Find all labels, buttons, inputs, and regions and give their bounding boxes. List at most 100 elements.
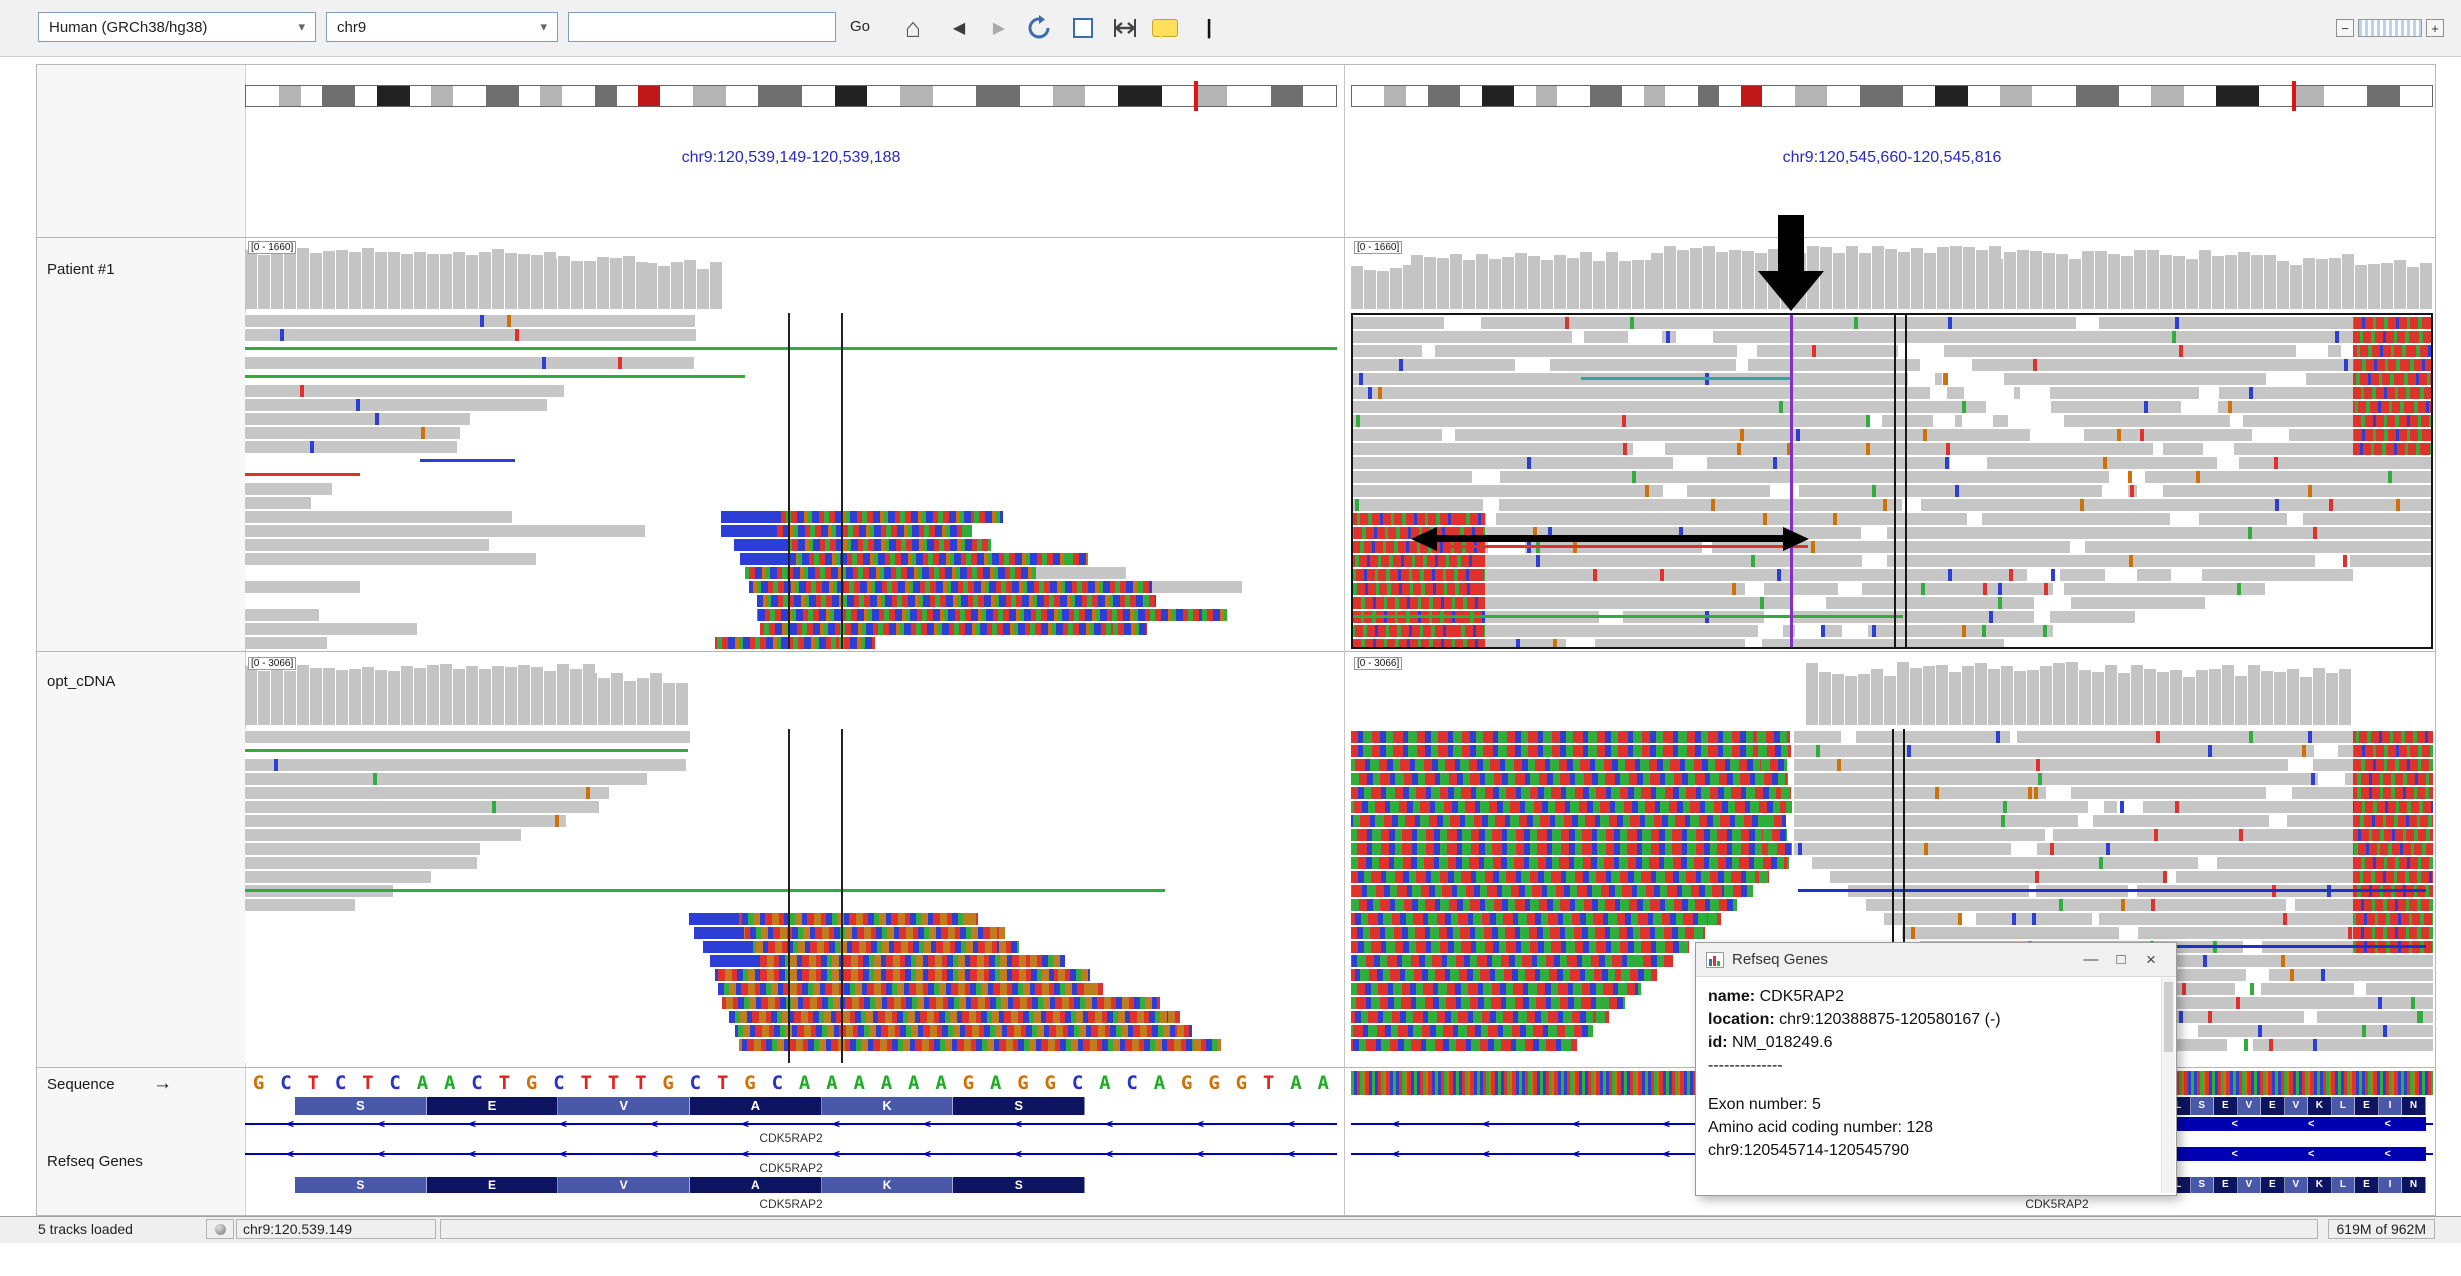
gene-intron-line[interactable]: <<<<<<<<<<<< [245,1117,1337,1131]
snp-read-cluster [749,581,1152,593]
region-tool-icon[interactable] [1064,10,1102,46]
home-icon[interactable]: ⌂ [894,10,932,46]
gene-exon-aa-band[interactable]: SEVAKS [295,1177,1085,1193]
coverage-bar [624,681,636,725]
tracks-loaded-label: 5 tracks loaded [38,1221,133,1237]
alignment-panel-patient-right[interactable] [1351,313,2433,649]
coverage-bar [2303,258,2315,309]
coverage-bar [2027,670,2039,725]
aligned-read [245,441,457,453]
snp-read-cluster [1351,941,1689,953]
chromosome-select[interactable]: chr9 ▾ [326,12,558,42]
coverage-track-cdna-right[interactable] [1351,661,2433,725]
forward-glyph: ▶ [993,18,1005,38]
sequence-base: A [1310,1071,1337,1095]
coverage-bar [1937,247,1949,309]
chromosome-ideogram-right[interactable] [1351,85,2433,107]
strand-arrow: < [2308,1147,2314,1161]
amino-acid-segment: S [295,1177,427,1193]
alignment-panel-cdna-left[interactable] [245,729,1337,1063]
aligned-read [1353,401,2433,413]
mismatch-tick [2034,787,2038,799]
coverage-bar [2004,252,2016,309]
refresh-icon[interactable] [1020,10,1058,46]
mismatch-tick [1945,457,1949,469]
ideogram-band [2324,86,2367,106]
popup-behavior-icon[interactable] [1146,10,1184,46]
coverage-track-cdna-left[interactable] [245,661,1337,725]
maximize-button[interactable]: □ [2106,951,2136,968]
coverage-bar [2079,670,2091,725]
read-gap [1964,387,2014,399]
mismatch-tick [1983,583,1987,595]
zoom-out-button[interactable]: − [2336,19,2354,37]
fit-to-window-icon[interactable] [1106,10,1144,46]
coverage-bar [440,664,452,725]
locus-search-input[interactable] [568,12,836,42]
gene-name-label[interactable]: CDK5RAP2 [759,1161,822,1175]
aligned-read [1353,317,2433,329]
mismatch-tick [1924,843,1928,855]
coverage-track-patient-left[interactable] [245,245,1337,309]
popup-row: location: chr9:120388875-120580167 (-) [1708,1008,2146,1031]
track-label-patient[interactable]: Patient #1 [47,261,115,278]
track-label-refseq[interactable]: Refseq Genes [47,1153,143,1170]
ideogram-band [377,86,410,106]
mismatch-tick [1645,485,1649,497]
read-gap [2246,969,2269,981]
locus-label-left: chr9:120,539,149-120,539,188 [245,149,1337,167]
coverage-bar [2014,671,2026,725]
snp-read-cluster [2353,857,2433,869]
mismatch-tick [2001,815,2005,827]
coverage-track-patient-right[interactable] [1351,245,2433,309]
chromosome-ideogram-left[interactable] [245,85,1337,107]
snp-read-cluster [753,941,1019,953]
coverage-bar [310,253,322,309]
scrollbar[interactable] [2161,978,2175,1193]
gene-name-label[interactable]: CDK5RAP2 [759,1131,822,1145]
gene-name-label[interactable]: CDK5RAP2 [2025,1197,2088,1211]
gene-name-label[interactable]: CDK5RAP2 [759,1197,822,1211]
genome-select[interactable]: Human (GRCh38/hg38) ▾ [38,12,316,42]
cursor-tool-icon[interactable]: | [1190,10,1228,46]
read-gap [2314,745,2338,757]
read-gap [2092,913,2099,925]
popup-titlebar[interactable]: Refseq Genes — □ × [1696,943,2176,977]
minimize-button[interactable]: — [2076,951,2106,968]
mismatch-tick [1666,331,1670,343]
strand-arrow-icon[interactable]: → [153,1073,172,1094]
close-icon[interactable]: × [2136,950,2166,970]
mismatch-tick [2044,583,2048,595]
alignment-panel-patient-left[interactable] [245,313,1337,649]
aligned-read [1794,801,2433,813]
mismatch-tick [1632,471,1636,483]
sequence-base: G [245,1071,272,1095]
forward-icon[interactable]: ▶ [980,10,1018,46]
read-gap [1628,331,1662,343]
aligned-read [245,497,311,509]
ideogram-band [540,86,562,106]
scrollbar-thumb[interactable] [2164,982,2173,1052]
aligned-read [1353,569,2353,581]
aligned-read [1794,731,2433,743]
strand-arrow: < [1663,1147,1670,1161]
chart-icon-bar [1713,956,1716,966]
zoom-in-button[interactable]: + [2426,19,2444,37]
zoom-slider[interactable] [2358,19,2422,37]
track-label-cdna[interactable]: opt_cDNA [47,673,115,690]
gene-intron-line[interactable]: <<<<<<<<<<<< [245,1147,1337,1161]
track-label-sequence[interactable]: Sequence [47,1076,115,1093]
amino-acid-segment: V [2238,1177,2262,1193]
back-icon[interactable]: ◀ [940,10,978,46]
refseq-genes-popup[interactable]: Refseq Genes — □ × name: CDK5RAP2 locati… [1695,942,2177,1196]
status-spacer [440,1219,2318,1239]
mismatch-tick [1872,625,1876,637]
coverage-bar [645,263,657,309]
mismatch-tick [2129,555,2133,567]
mismatch-tick [2258,1025,2262,1037]
read-gap [2354,983,2366,995]
go-button[interactable]: Go [850,18,870,35]
coverage-bar [258,671,270,725]
read-gap [2286,899,2295,911]
coverage-bar [1859,253,1871,309]
